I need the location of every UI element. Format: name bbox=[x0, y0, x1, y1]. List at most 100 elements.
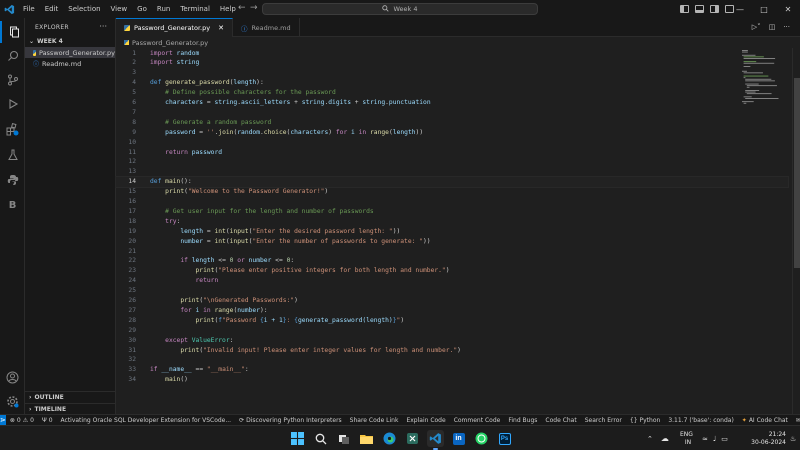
whatsapp-icon[interactable] bbox=[473, 430, 490, 447]
code-line[interactable]: 14 def main(): bbox=[115, 175, 789, 188]
menu-selection[interactable]: Selection bbox=[63, 0, 105, 18]
code-line[interactable]: 6 characters = string.ascii_letters + st… bbox=[116, 98, 788, 108]
search-icon[interactable] bbox=[0, 45, 25, 67]
code-line[interactable]: 8 # Generate a random password bbox=[116, 117, 788, 127]
quick-settings[interactable]: ≈ ♩ ▭ bbox=[702, 426, 728, 450]
code-line[interactable]: 26 print("\nGenerated Passwords:") bbox=[116, 296, 788, 306]
code-line[interactable]: 11 return password bbox=[116, 147, 788, 157]
code-line[interactable]: 7 bbox=[116, 107, 788, 117]
code-line[interactable]: 1 import random bbox=[116, 48, 788, 58]
code-line[interactable]: 24 return bbox=[116, 276, 788, 286]
cloud-icon[interactable]: ☁ bbox=[661, 434, 669, 443]
menu-go[interactable]: Go bbox=[132, 0, 152, 18]
menu-run[interactable]: Run bbox=[152, 0, 175, 18]
close-icon[interactable]: ✕ bbox=[776, 0, 800, 18]
code-line[interactable]: 13 bbox=[116, 167, 788, 177]
code-line[interactable]: 4 def generate_password(length): bbox=[116, 78, 788, 88]
code-line[interactable]: 12 bbox=[116, 157, 788, 167]
code-line[interactable]: 19 length = int(input("Enter the desired… bbox=[116, 226, 788, 236]
extensions-icon[interactable] bbox=[0, 118, 25, 140]
edge-browser-icon[interactable] bbox=[381, 430, 398, 447]
code-line[interactable]: 18 try: bbox=[116, 216, 788, 226]
folder-week4[interactable]: ⌄ WEEK 4 bbox=[25, 36, 115, 47]
command-center-search[interactable]: Week 4 bbox=[262, 3, 538, 15]
code-line[interactable]: 31 print("Invalid input! Please enter in… bbox=[116, 345, 788, 355]
menu-edit[interactable]: Edit bbox=[40, 0, 64, 18]
code-editor[interactable]: 1 import random 2 import string 3 4 def genera… bbox=[115, 48, 789, 414]
testing-flask-icon[interactable] bbox=[0, 144, 25, 166]
code-line[interactable]: 27 for i in range(number): bbox=[116, 305, 788, 315]
menu-file[interactable]: File bbox=[18, 0, 40, 18]
scrollbar-thumb[interactable] bbox=[794, 78, 800, 268]
code-line[interactable]: 29 bbox=[116, 325, 788, 335]
code-line[interactable]: 32 bbox=[116, 355, 788, 365]
forward-arrow-icon[interactable]: → bbox=[245, 3, 263, 13]
show-hidden-icons-chevron-icon[interactable]: ⌃ bbox=[647, 435, 653, 443]
status-share-code[interactable]: Share Code Link bbox=[346, 417, 403, 424]
notifications-bell-icon[interactable]: ♨ bbox=[790, 426, 796, 450]
split-editor-icon[interactable]: ◫ bbox=[769, 23, 776, 31]
close-tab-icon[interactable]: ✕ bbox=[218, 24, 224, 32]
more-actions-icon[interactable]: ··· bbox=[783, 23, 790, 31]
ports-indicator[interactable]: Ψ0 bbox=[38, 417, 57, 424]
maximize-icon[interactable]: □ bbox=[752, 0, 776, 18]
linkedin-icon[interactable]: in bbox=[450, 430, 467, 447]
settings-gear-icon[interactable] bbox=[0, 390, 25, 412]
menu-view[interactable]: View bbox=[106, 0, 133, 18]
status-discovering[interactable]: ⟳ Discovering Python Interpreters bbox=[235, 417, 346, 424]
code-line[interactable]: 33 if __name__ == "__main__": bbox=[116, 365, 788, 375]
minimap[interactable] bbox=[740, 48, 788, 108]
code-line[interactable]: 25 bbox=[116, 286, 788, 296]
jupyter-app-icon[interactable] bbox=[404, 430, 421, 447]
toggle-secondary-sidebar-icon[interactable] bbox=[710, 5, 719, 13]
status-oracle[interactable]: Activating Oracle SQL Developer Extensio… bbox=[57, 417, 236, 424]
more-actions-icon[interactable]: ··· bbox=[99, 22, 107, 31]
python-interpreter[interactable]: 3.11.7 ('base': conda) bbox=[664, 417, 737, 424]
taskbar-search-icon[interactable] bbox=[312, 430, 329, 447]
code-line[interactable]: 22 if length <= 0 or number <= 0: bbox=[116, 256, 788, 266]
explorer-icon[interactable] bbox=[0, 21, 25, 43]
code-line[interactable]: 3 bbox=[116, 68, 788, 78]
status-code-chat[interactable]: Code Chat bbox=[541, 417, 580, 424]
toggle-sidebar-icon[interactable] bbox=[680, 5, 689, 13]
code-line[interactable]: 28 print(f"Password {i + 1}: {generate_p… bbox=[116, 315, 788, 325]
language-indicator[interactable]: ENG IN bbox=[680, 426, 693, 450]
code-line[interactable]: 20 number = int(input("Enter the number … bbox=[116, 236, 788, 246]
outline-section[interactable]: › OUTLINE bbox=[25, 391, 116, 402]
status-explain-code[interactable]: Explain Code bbox=[402, 417, 449, 424]
timeline-section[interactable]: › TIMELINE bbox=[25, 403, 116, 414]
breadcrumb[interactable]: Password_Generator.py bbox=[116, 37, 800, 48]
file-explorer-icon[interactable] bbox=[358, 430, 375, 447]
code-line[interactable]: 17 # Get user input for the length and n… bbox=[116, 206, 788, 216]
tab-password-generator[interactable]: Password_Generator.py ✕ bbox=[116, 18, 233, 37]
status-comment-code[interactable]: Comment Code bbox=[450, 417, 505, 424]
run-debug-icon[interactable] bbox=[0, 93, 25, 115]
editor-scrollbar[interactable] bbox=[792, 48, 800, 414]
account-icon[interactable] bbox=[0, 366, 25, 388]
task-view-icon[interactable] bbox=[335, 430, 352, 447]
python-icon[interactable] bbox=[0, 169, 25, 191]
source-control-icon[interactable] bbox=[0, 69, 25, 91]
code-line[interactable]: 15 print("Welcome to the Password Genera… bbox=[116, 187, 788, 197]
code-line[interactable]: 16 bbox=[116, 197, 788, 207]
photoshop-icon[interactable]: Ps bbox=[496, 430, 513, 447]
ai-code-chat[interactable]: ✦ AI Code Chat bbox=[738, 417, 792, 424]
problems-indicator[interactable]: ⊗ 0 ⚠ 0 bbox=[6, 417, 38, 424]
code-line[interactable]: 34 main() bbox=[116, 375, 788, 385]
status-search-error[interactable]: Search Error bbox=[581, 417, 626, 424]
minimize-icon[interactable]: — bbox=[728, 0, 752, 18]
file-item-password-generator[interactable]: Password_Generator.py bbox=[25, 47, 115, 58]
tab-readme[interactable]: ⓘ Readme.md bbox=[233, 18, 300, 37]
b-extension-icon[interactable]: B bbox=[0, 194, 25, 216]
status-find-bugs[interactable]: Find Bugs bbox=[504, 417, 541, 424]
notifications-bell-icon[interactable]: ✉ bbox=[792, 417, 800, 424]
run-python-icon[interactable]: ▷˅ bbox=[752, 23, 761, 31]
code-line[interactable]: 2 import string bbox=[116, 58, 788, 68]
file-item-readme[interactable]: ⓘ Readme.md bbox=[25, 58, 115, 69]
code-line[interactable]: 9 password = ''.join(random.choice(chara… bbox=[116, 127, 788, 137]
code-line[interactable]: 10 bbox=[116, 137, 788, 147]
toggle-panel-icon[interactable] bbox=[695, 5, 704, 13]
code-line[interactable]: 30 except ValueError: bbox=[116, 335, 788, 345]
vscode-taskbar-icon[interactable] bbox=[427, 430, 444, 450]
language-mode[interactable]: {} Python bbox=[626, 417, 664, 424]
